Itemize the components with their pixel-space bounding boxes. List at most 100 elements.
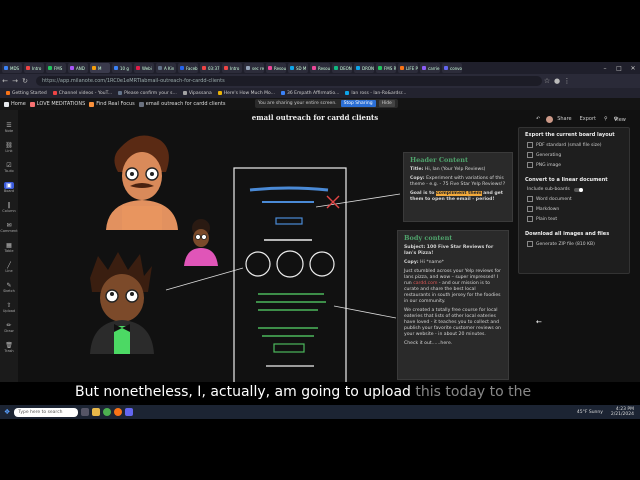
menu-icon[interactable]: ⋮ bbox=[562, 77, 572, 85]
star-icon[interactable]: ☆ bbox=[542, 77, 552, 85]
toggle-switch[interactable] bbox=[573, 187, 583, 192]
clock[interactable]: 4:23 PM 2/21/2024 bbox=[611, 407, 634, 417]
url-field[interactable]: https://app.milanote.com/1RC0e1eMRTIabma… bbox=[36, 76, 542, 86]
browser-tab[interactable]: sec reco bbox=[244, 63, 264, 73]
export-option[interactable]: Word document bbox=[527, 196, 629, 202]
tool-table[interactable]: ▦ Table bbox=[0, 242, 18, 253]
browser-tab[interactable]: Resou bbox=[266, 63, 286, 73]
task-view-icon[interactable] bbox=[81, 408, 90, 416]
browser-tab[interactable]: Intro bbox=[24, 63, 44, 73]
tab-label: MDS bbox=[10, 65, 20, 71]
bookmark-item[interactable]: Please confirm your s... bbox=[118, 91, 177, 96]
browser-tab[interactable]: M bbox=[90, 63, 110, 73]
hide-button[interactable]: Hide bbox=[378, 100, 395, 107]
bookmark-item[interactable]: Vipassana bbox=[182, 91, 212, 96]
forward-icon[interactable]: → bbox=[10, 77, 20, 85]
tab-label: M bbox=[98, 65, 102, 71]
stop-sharing-button[interactable]: Stop Sharing bbox=[340, 100, 376, 107]
browser-tab[interactable]: DEON bbox=[332, 63, 352, 73]
export-option[interactable]: Generating bbox=[527, 152, 629, 158]
tab-label: AND bbox=[76, 65, 85, 71]
breadcrumb-item[interactable]: Home bbox=[4, 101, 26, 107]
taskbar-search-input[interactable]: Type here to search bbox=[14, 407, 79, 417]
export-button[interactable]: Export bbox=[580, 116, 596, 122]
browser-tab[interactable]: Intro bbox=[222, 63, 242, 73]
teams-icon[interactable] bbox=[125, 408, 134, 416]
bookmark-label: Getting Started bbox=[12, 90, 47, 96]
breadcrumb-item[interactable]: email outreach for cardd clients bbox=[138, 101, 225, 107]
file-explorer-icon[interactable] bbox=[92, 408, 101, 416]
firefox-icon[interactable] bbox=[114, 408, 123, 416]
tool-todo[interactable]: ☑ To-do bbox=[0, 162, 18, 173]
undo-icon[interactable]: ↶ bbox=[536, 116, 540, 122]
browser-tab[interactable]: 03:37 bbox=[200, 63, 220, 73]
browser-tab[interactable]: LIFE PRO bbox=[398, 63, 418, 73]
breadcrumb-item[interactable]: Find Real Focus bbox=[89, 101, 135, 107]
browser-tab[interactable]: carrie bbox=[420, 63, 440, 73]
breadcrumb-item[interactable]: LOVE MEDITATIONS bbox=[29, 101, 85, 107]
system-tray: 45°F Sunny 4:23 PM 2/21/2024 bbox=[577, 407, 634, 417]
bookmark-item[interactable]: Here's How Much Mo... bbox=[217, 91, 275, 96]
profile-icon[interactable]: ● bbox=[552, 77, 562, 85]
field-label: Copy: bbox=[410, 176, 425, 181]
browser-tab[interactable]: A Kin bbox=[156, 63, 176, 73]
tool-column[interactable]: ‖ Column bbox=[0, 202, 18, 213]
tab-favicon-icon bbox=[92, 66, 96, 70]
tab-label: A Kin bbox=[164, 65, 175, 71]
export-option-icon bbox=[527, 196, 533, 202]
browser-tab[interactable]: 10 g bbox=[112, 63, 132, 73]
toggle-label: Include sub-boards bbox=[527, 187, 570, 192]
browser-tab[interactable]: AND bbox=[68, 63, 88, 73]
avatar[interactable] bbox=[546, 115, 554, 123]
tool-sketch[interactable]: ✎ Sketch bbox=[0, 282, 18, 293]
export-option[interactable]: Markdown bbox=[527, 206, 629, 212]
browser-tab[interactable]: Resourc bbox=[310, 63, 330, 73]
chrome-icon[interactable] bbox=[103, 408, 112, 416]
tool-board[interactable]: ▣ Board bbox=[0, 182, 18, 193]
export-option-icon bbox=[527, 216, 533, 222]
tool-comment[interactable]: ✉ Comment bbox=[0, 222, 18, 233]
browser-tab[interactable]: Faceb bbox=[178, 63, 198, 73]
character-bowtie bbox=[90, 252, 154, 354]
export-option[interactable]: Generate ZIP file (810 KB) bbox=[527, 241, 629, 247]
view-button[interactable]: View bbox=[614, 117, 626, 123]
tool-link[interactable]: ⛓ Link bbox=[0, 142, 18, 153]
export-option[interactable]: PNG image bbox=[527, 162, 629, 168]
bookmark-item[interactable]: lan ross - lan-Ro&ardsr... bbox=[345, 91, 406, 96]
header-content-card[interactable]: Header Content Title: Hi, Ian (Your Yelp… bbox=[403, 152, 513, 222]
tool-trash[interactable]: 🗑 Trash bbox=[0, 342, 18, 353]
reload-icon[interactable]: ↻ bbox=[20, 77, 30, 85]
browser-tab[interactable]: FMS bbox=[46, 63, 66, 73]
maximize-icon[interactable]: □ bbox=[612, 65, 626, 72]
browser-tab[interactable]: FMS R bbox=[376, 63, 396, 73]
tool-line[interactable]: ╱ Line bbox=[0, 262, 18, 273]
browser-tab[interactable]: DRON bbox=[354, 63, 374, 73]
share-button[interactable]: Share bbox=[557, 116, 571, 122]
close-icon[interactable]: ✕ bbox=[626, 65, 640, 72]
tool-note[interactable]: ☰ Note bbox=[0, 122, 18, 133]
body-link[interactable]: cardd.com bbox=[413, 281, 437, 286]
export-option-label: Word document bbox=[536, 196, 572, 202]
minimize-icon[interactable]: – bbox=[598, 65, 612, 72]
windows-start-icon[interactable]: ❖ bbox=[4, 408, 10, 416]
tool-draw-icon: ✏ bbox=[6, 322, 12, 329]
bookmark-item[interactable]: Channel videos - YouT... bbox=[52, 91, 112, 96]
browser-tab[interactable]: MDS bbox=[2, 63, 22, 73]
bookmark-item[interactable]: Getting Started bbox=[6, 91, 47, 96]
tool-draw[interactable]: ✏ Draw bbox=[0, 322, 18, 333]
windows-taskbar: ❖ Type here to search 45°F Sunny 4:23 PM… bbox=[0, 405, 640, 419]
tool-upload[interactable]: ⇧ Upload bbox=[0, 302, 18, 313]
back-icon[interactable]: ← bbox=[0, 77, 10, 85]
bookmark-item[interactable]: 36 Empath Affirmatio... bbox=[281, 91, 339, 96]
search-icon[interactable]: ⚲ bbox=[604, 116, 608, 122]
tab-label: Resourc bbox=[318, 65, 330, 71]
browser-tab[interactable]: Webi bbox=[134, 63, 154, 73]
character-moustache bbox=[106, 135, 178, 230]
body-content-card[interactable]: Body content Subject: 100 Five Star Revi… bbox=[397, 230, 509, 380]
export-option[interactable]: Plain text bbox=[527, 216, 629, 222]
subtitle-upcoming: this today to the bbox=[415, 384, 532, 400]
export-option[interactable]: PDF standard (small file size) bbox=[527, 142, 629, 148]
include-subboards-toggle[interactable]: Include sub-boards bbox=[527, 187, 629, 192]
browser-tab[interactable]: SD M bbox=[288, 63, 308, 73]
browser-tab[interactable]: convo bbox=[442, 63, 462, 73]
